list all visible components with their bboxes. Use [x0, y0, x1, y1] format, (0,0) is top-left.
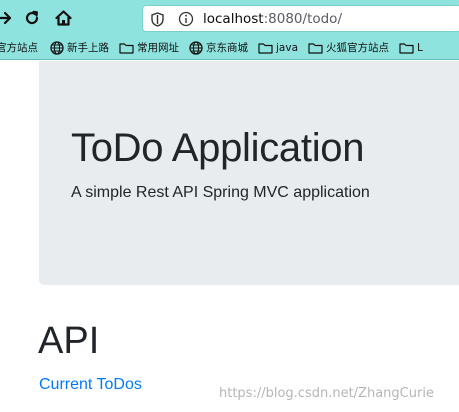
- current-todos-link[interactable]: Current ToDos: [39, 376, 142, 394]
- reload-icon: [25, 10, 39, 25]
- forward-button[interactable]: [0, 8, 16, 28]
- bookmark-official-site[interactable]: 官方站点: [0, 40, 38, 55]
- bookmark-common-sites[interactable]: 常用网址: [119, 40, 179, 55]
- jumbotron: [39, 61, 459, 285]
- home-button[interactable]: [52, 8, 74, 28]
- url-bar[interactable]: localhost:8080/todo/: [142, 5, 459, 32]
- folder-icon: [119, 42, 134, 54]
- forward-arrow-icon: [0, 11, 12, 25]
- bookmark-label: 京东商城: [206, 42, 248, 54]
- bookmark-label: 火狐官方站点: [326, 42, 389, 54]
- url-path: :8080/todo/: [263, 11, 342, 27]
- url-text[interactable]: localhost:8080/todo/: [203, 11, 342, 27]
- page-title: ToDo Application: [71, 126, 365, 170]
- bookmark-getting-started[interactable]: 新手上路: [50, 40, 109, 55]
- tracking-protection-shield-icon[interactable]: [151, 12, 164, 27]
- site-info-icon[interactable]: [178, 11, 194, 27]
- bookmark-jd-mall[interactable]: 京东商城: [189, 40, 248, 55]
- bookmark-label: 新手上路: [67, 42, 109, 54]
- globe-icon: [50, 40, 64, 55]
- bookmark-truncated[interactable]: L: [399, 42, 423, 54]
- page-lead: A simple Rest API Spring MVC application: [71, 184, 370, 201]
- home-icon: [54, 10, 72, 26]
- url-host: localhost: [203, 11, 264, 27]
- reload-button[interactable]: [21, 8, 43, 28]
- bookmark-label: L: [417, 41, 423, 54]
- watermark: https://blog.csdn.net/ZhangCurie: [219, 386, 434, 401]
- bookmark-firefox-official[interactable]: 火狐官方站点: [308, 40, 389, 55]
- bookmarks-bar: 官方站点 新手上路 常用网址 京东商城 java 火狐官方站点 L: [0, 36, 459, 60]
- bookmark-label: 常用网址: [137, 42, 179, 54]
- globe-icon: [189, 40, 203, 55]
- folder-icon: [308, 42, 323, 54]
- folder-icon: [399, 42, 414, 54]
- api-heading: API: [38, 320, 100, 362]
- bookmark-java[interactable]: java: [258, 42, 298, 54]
- bookmark-label: 官方站点: [0, 42, 38, 54]
- browser-toolbar: localhost:8080/todo/: [0, 0, 459, 36]
- folder-icon: [258, 42, 273, 54]
- bookmark-label: java: [276, 41, 298, 54]
